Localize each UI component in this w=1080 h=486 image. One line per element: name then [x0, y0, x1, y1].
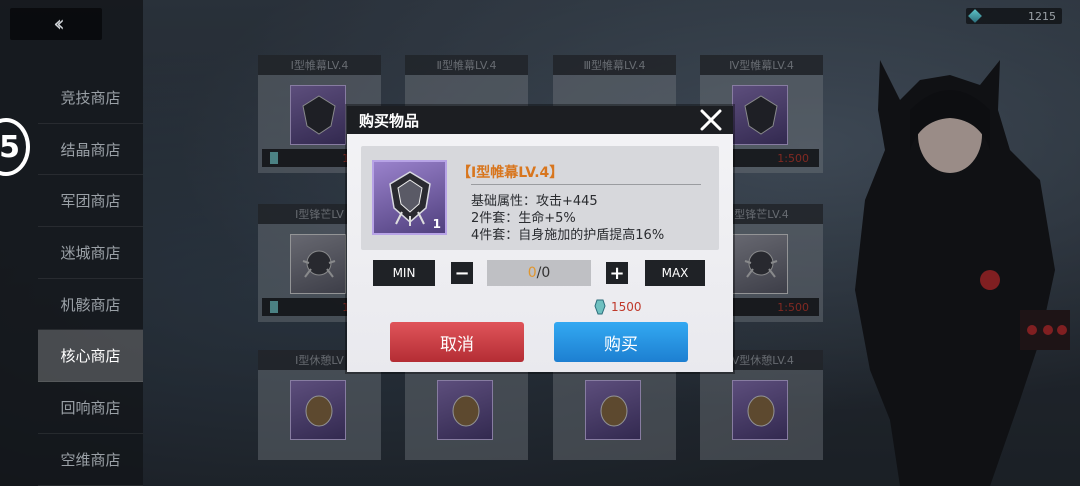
shop-sidebar: ‹‹ 5 竞技商店 结晶商店 军团商店 迷城商店 机骸商店 核心商店 回响商店 …	[0, 0, 143, 486]
ring-number: 5	[0, 129, 20, 165]
shop-nav: 竞技商店 结晶商店 军团商店 迷城商店 机骸商店 核心商店 回响商店 空维商店	[38, 72, 143, 486]
stat-4-piece: 4件套：自身施加的护盾提高16%	[471, 228, 665, 243]
quantity-current: 0	[527, 265, 537, 281]
curtain-core-icon	[389, 171, 431, 226]
ring-number-badge: 5	[0, 118, 30, 176]
crystal-icon	[594, 299, 606, 315]
purchase-dialog: 购买物品 1 【Ⅰ型帷幕LV.4】 基础属性：攻击+445 2件套：生命+5% …	[347, 106, 733, 372]
dialog-title: 购买物品	[359, 111, 420, 130]
sidebar-item-echo-shop[interactable]: 回响商店	[38, 382, 143, 434]
max-button[interactable]: MAX	[645, 260, 705, 286]
close-button[interactable]	[697, 106, 725, 134]
crystal-icon	[968, 9, 982, 23]
sidebar-item-legion-shop[interactable]: 军团商店	[38, 175, 143, 228]
back-button[interactable]: ‹‹	[10, 8, 102, 40]
item-icon: 1	[372, 160, 447, 235]
sidebar-item-crystal-shop[interactable]: 结晶商店	[38, 124, 143, 176]
sidebar-item-maze-shop[interactable]: 迷城商店	[38, 227, 143, 279]
decrement-button[interactable]: −	[451, 262, 473, 284]
buy-button[interactable]: 购买	[554, 322, 688, 362]
name-divider	[471, 184, 701, 185]
min-button[interactable]: MIN	[373, 260, 435, 286]
sidebar-item-mech-shop[interactable]: 机骸商店	[38, 279, 143, 331]
sidebar-item-core-shop[interactable]: 核心商店	[38, 330, 143, 383]
purchase-cost: 1500	[593, 296, 642, 318]
close-x-icon	[700, 109, 722, 131]
sidebar-item-void-shop[interactable]: 空维商店	[38, 434, 143, 486]
double-chevron-left-icon: ‹‹	[53, 11, 64, 37]
item-info-panel: 1 【Ⅰ型帷幕LV.4】 基础属性：攻击+445 2件套：生命+5% 4件套：自…	[361, 146, 719, 250]
sidebar-item-arena-shop[interactable]: 竞技商店	[38, 72, 143, 124]
currency-amount: 1215	[1028, 9, 1056, 23]
cancel-button[interactable]: 取消	[390, 322, 524, 362]
item-name: 【Ⅰ型帷幕LV.4】	[457, 165, 564, 181]
currency-display: 1215	[966, 8, 1062, 24]
increment-button[interactable]: +	[606, 262, 628, 284]
item-count: 1	[432, 217, 441, 231]
quantity-total: /0	[536, 265, 551, 281]
quantity-field[interactable]: 0/0	[487, 260, 591, 286]
dialog-header: 购买物品	[347, 106, 733, 134]
cost-amount: 1500	[611, 300, 642, 314]
